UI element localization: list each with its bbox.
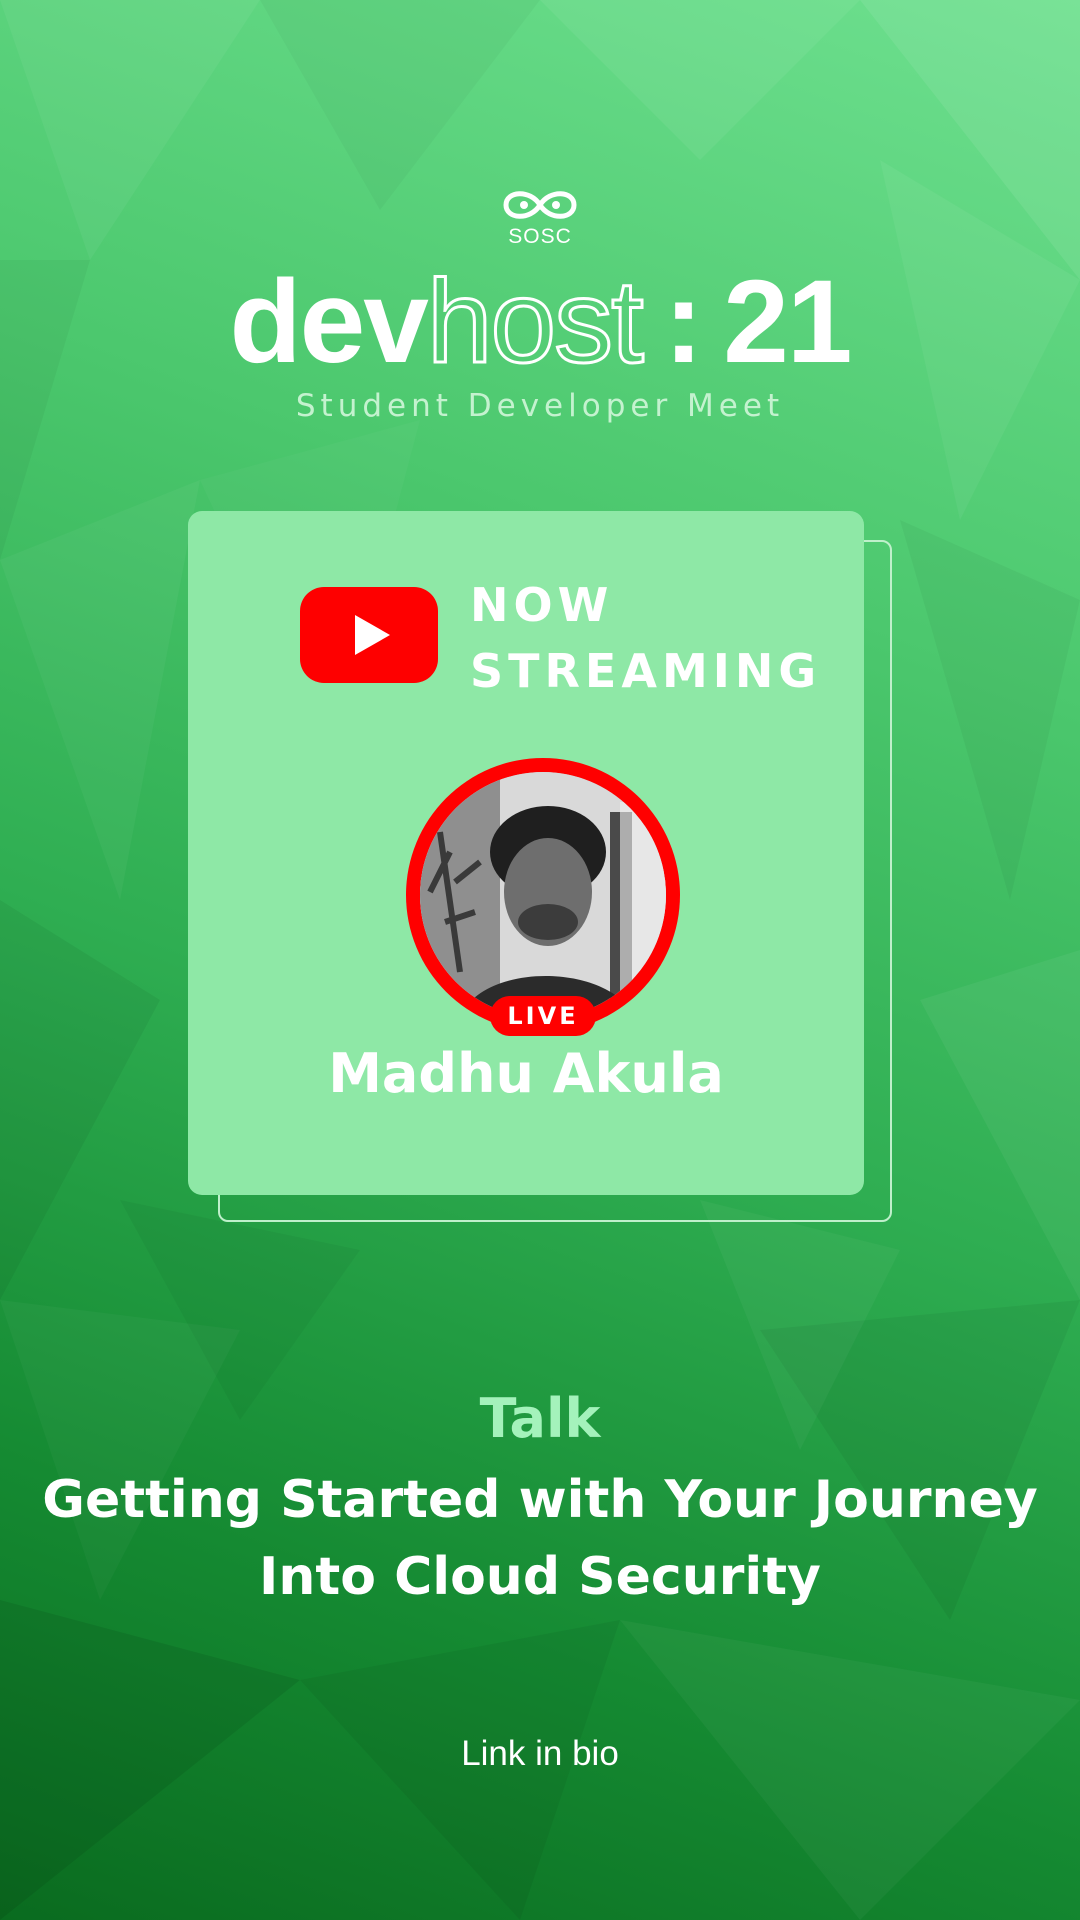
headline-dev: dev: [229, 256, 429, 388]
event-headline: devhost:21: [0, 261, 1080, 384]
headline-separator: :: [663, 256, 703, 388]
talk-title: Getting Started with Your Journey Into C…: [40, 1462, 1040, 1616]
sosc-logo-text: SOSC: [508, 225, 572, 248]
live-badge: LIVE: [490, 996, 596, 1036]
youtube-play-icon: [300, 587, 438, 683]
speaker-avatar: [420, 772, 666, 1018]
headline-host: host: [425, 256, 645, 388]
now-streaming-text: NOW STREAMING: [470, 572, 830, 704]
event-tagline: Student Developer Meet: [295, 388, 785, 424]
streaming-line-2: STREAMING: [470, 644, 822, 698]
speaker-name: Madhu Akula: [328, 1042, 724, 1105]
talk-label: Talk: [479, 1387, 601, 1450]
sosc-loop-icon: [503, 191, 577, 219]
link-in-bio-text: Link in bio: [461, 1734, 619, 1773]
streaming-line-1: NOW: [470, 578, 614, 632]
headline-year: 21: [723, 256, 852, 388]
talk-title-line-2: Into Cloud Security: [259, 1547, 821, 1607]
talk-title-line-1: Getting Started with Your Journey: [42, 1470, 1038, 1530]
